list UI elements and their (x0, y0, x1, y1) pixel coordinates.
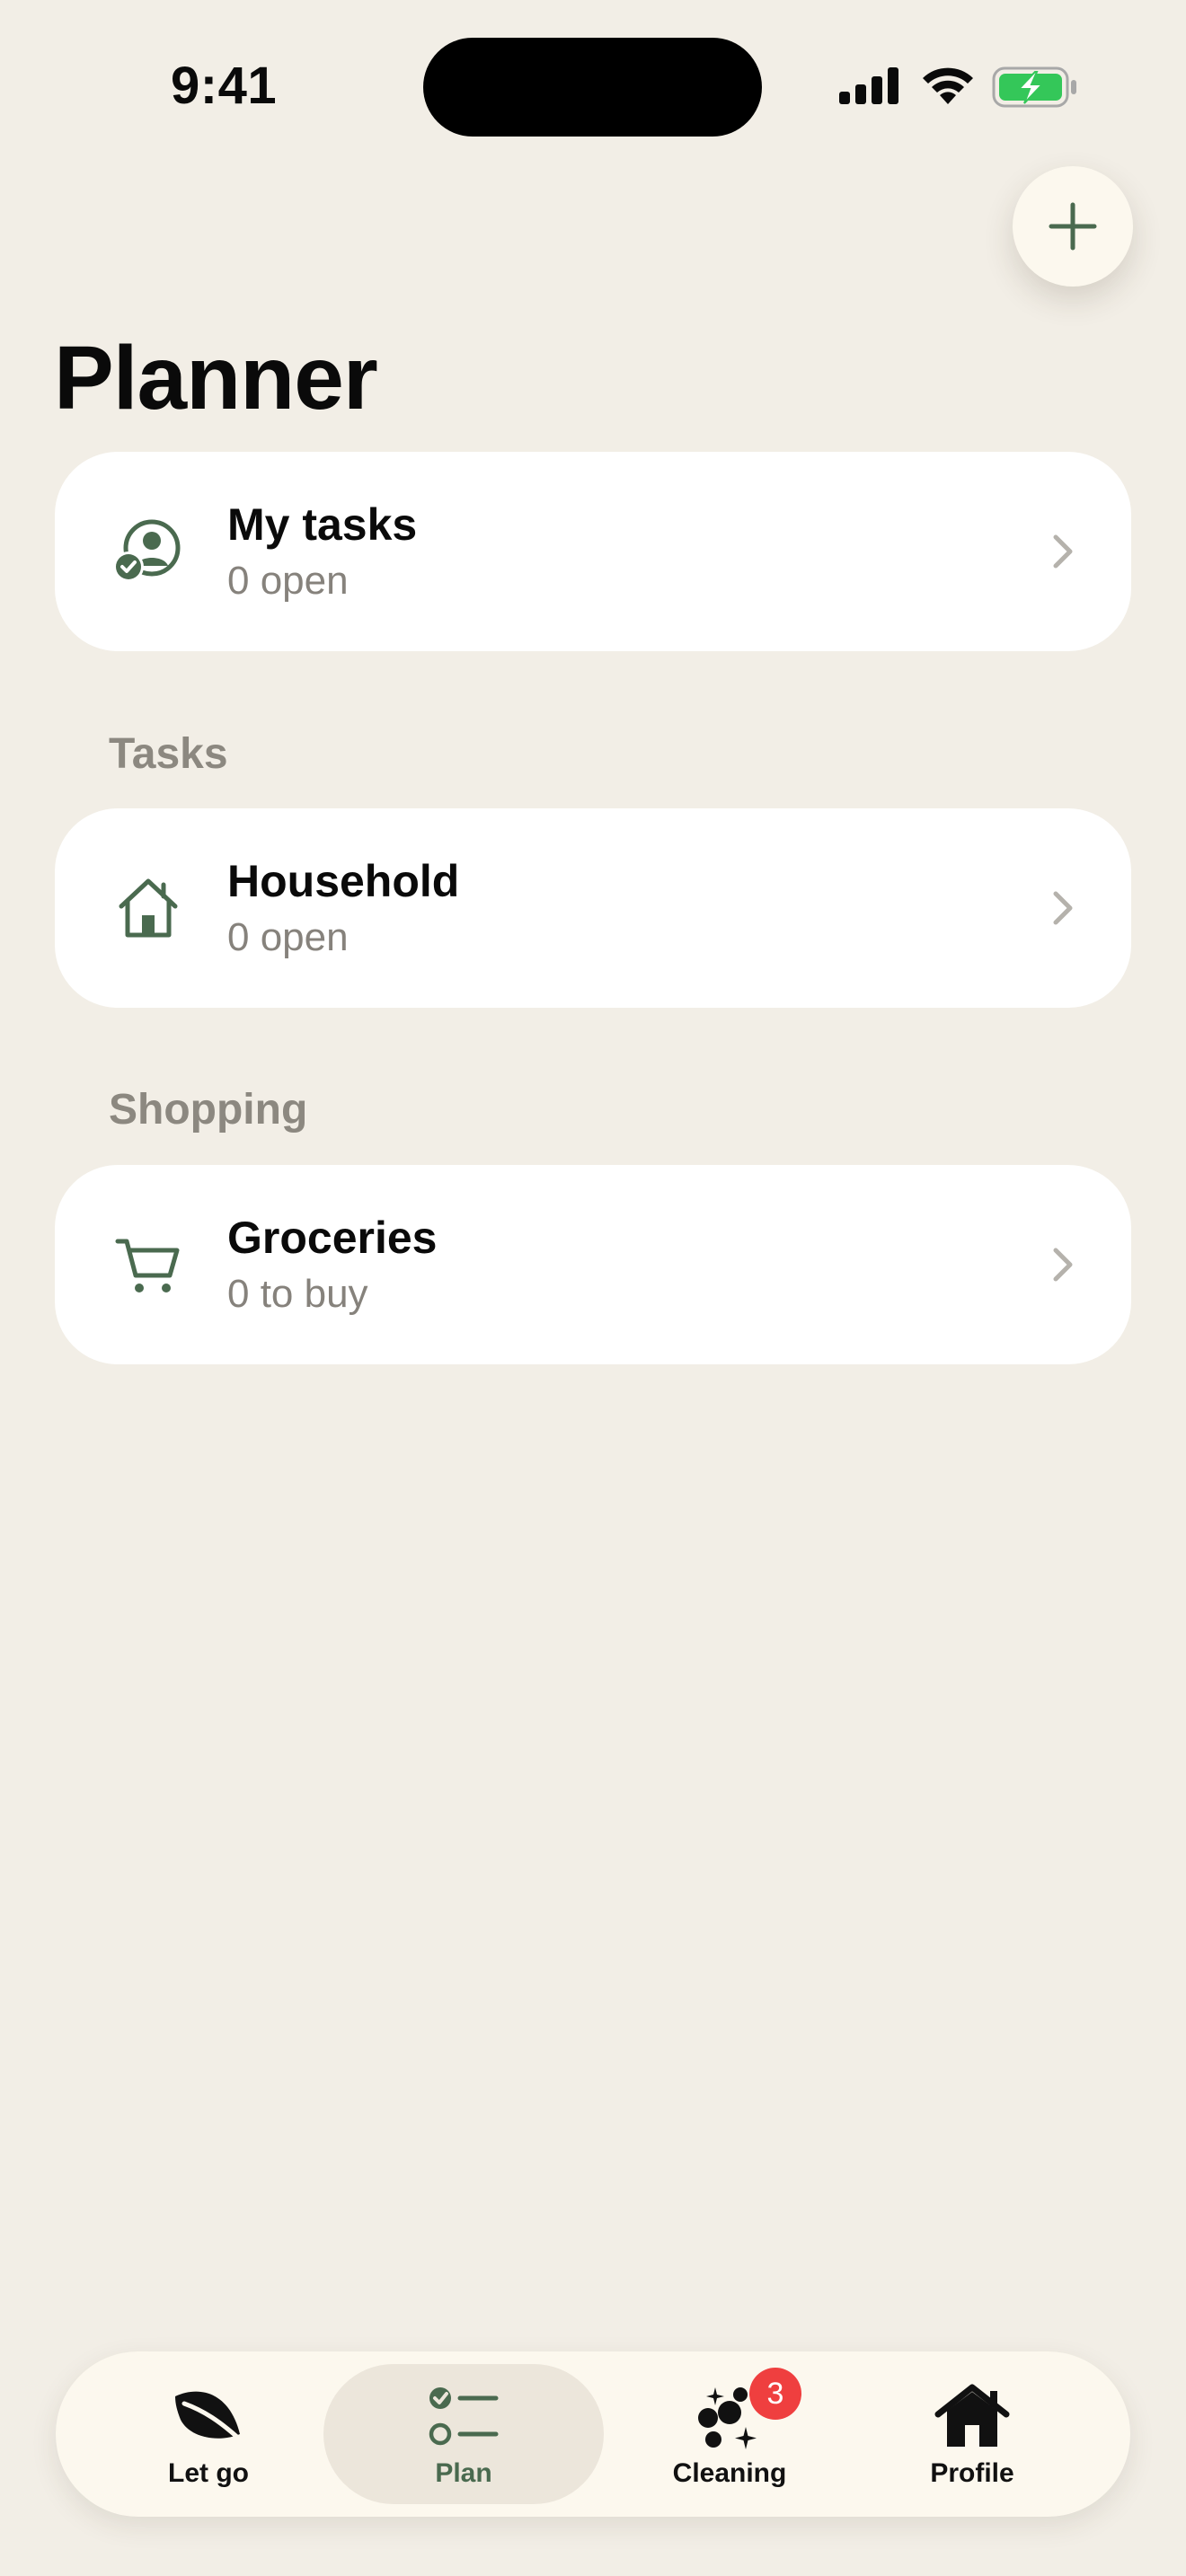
tab-plan[interactable]: Plan (323, 2364, 604, 2504)
groceries-card[interactable]: Groceries 0 to buy (55, 1165, 1131, 1364)
checklist-icon (429, 2387, 499, 2446)
household-card[interactable]: Household 0 open (55, 808, 1131, 1008)
section-label-tasks: Tasks (109, 730, 228, 778)
household-count: 0 open (227, 915, 349, 959)
tab-label: Let go (168, 2458, 249, 2488)
add-button[interactable] (1013, 166, 1133, 287)
tab-bar: Let go Plan Cleaning 3 Profile (56, 2351, 1130, 2517)
cellular-signal-icon (839, 67, 898, 104)
leaf-icon (175, 2391, 243, 2442)
page-title: Planner (54, 328, 378, 428)
household-title: Household (227, 856, 460, 906)
my-tasks-title: My tasks (227, 499, 418, 550)
house-icon (119, 878, 178, 938)
groceries-count: 0 to buy (227, 1272, 368, 1316)
tab-label: Plan (435, 2458, 492, 2488)
tab-label: Profile (930, 2458, 1014, 2488)
tab-cleaning[interactable]: Cleaning (622, 2351, 837, 2517)
chevron-right-icon (1053, 1248, 1073, 1282)
user-check-icon (113, 519, 181, 582)
cleaning-badge: 3 (749, 2368, 801, 2420)
plus-icon (1049, 202, 1097, 251)
chevron-right-icon (1053, 534, 1073, 569)
wifi-icon (923, 67, 973, 104)
my-tasks-card[interactable]: My tasks 0 open (55, 452, 1131, 651)
dynamic-island (423, 38, 762, 137)
house-fill-icon (934, 2384, 1010, 2447)
tab-profile[interactable]: Profile (873, 2351, 1071, 2517)
chevron-right-icon (1053, 891, 1073, 925)
tab-let-go[interactable]: Let go (110, 2351, 307, 2517)
tab-label: Cleaning (672, 2458, 787, 2488)
groceries-title: Groceries (227, 1213, 438, 1263)
cart-icon (115, 1239, 180, 1292)
status-time: 9:41 (171, 57, 278, 115)
my-tasks-count: 0 open (227, 559, 349, 603)
section-label-shopping: Shopping (109, 1086, 308, 1134)
battery-charging-icon (992, 66, 1076, 108)
